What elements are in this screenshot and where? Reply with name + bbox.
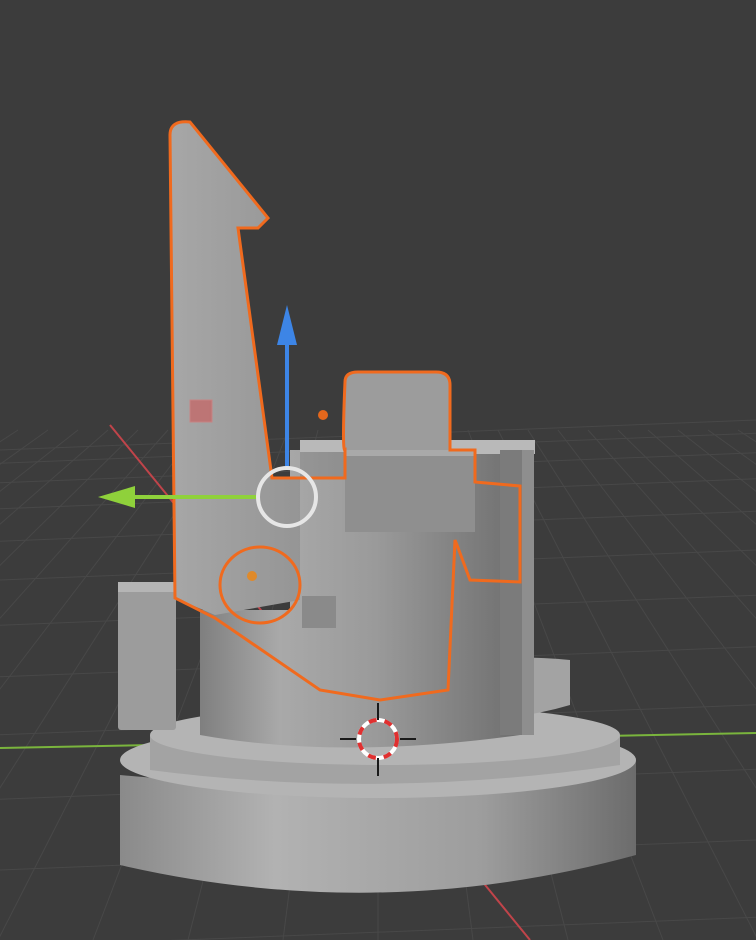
upper-block[interactable] — [345, 372, 475, 532]
viewport-scene[interactable] — [0, 0, 756, 940]
grid-line — [677, 429, 756, 492]
light-marker-icon[interactable] — [189, 399, 213, 423]
gizmo-z-arrow-head[interactable] — [277, 305, 297, 345]
grid-line — [647, 429, 756, 525]
pivot-origin-dot[interactable] — [247, 571, 257, 581]
small-tab[interactable] — [302, 596, 336, 628]
grid-line — [707, 429, 756, 465]
3d-viewport[interactable] — [0, 0, 756, 940]
grid-line — [587, 429, 756, 620]
grid-line — [0, 429, 49, 465]
left-post[interactable] — [118, 582, 176, 730]
object-origin-dot[interactable] — [318, 410, 328, 420]
